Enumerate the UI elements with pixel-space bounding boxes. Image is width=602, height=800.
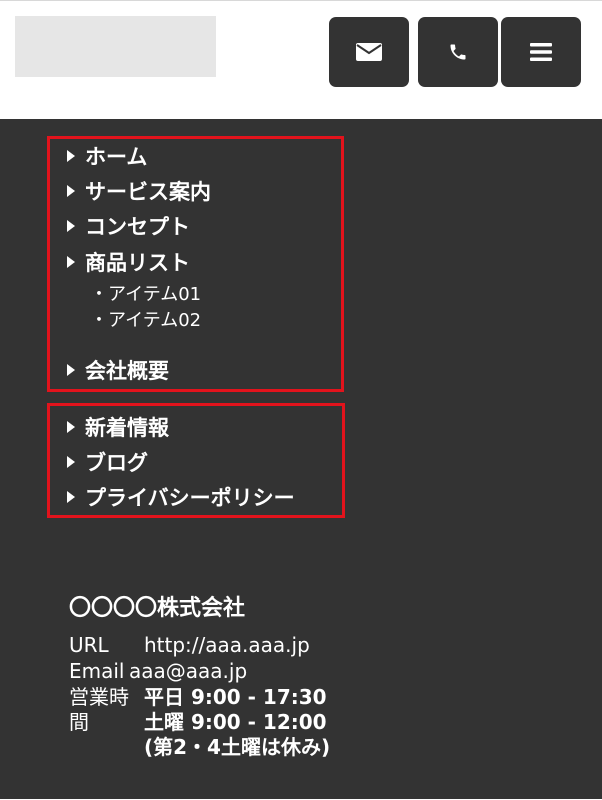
nav-item-label: 会社概要	[85, 359, 169, 383]
company-email[interactable]: aaa@aaa.jp	[129, 659, 247, 684]
company-name: 〇〇〇〇株式会社	[69, 596, 246, 621]
email-label: Email	[69, 659, 125, 683]
hours-saturday: 土曜 9:00 - 12:00	[144, 710, 327, 734]
nav-item-label: 商品リスト	[85, 251, 190, 275]
hours-label-line2: 間	[69, 710, 89, 734]
company-url[interactable]: http://aaa.aaa.jp	[144, 633, 310, 658]
nav-item-blog[interactable]: ブログ	[67, 450, 148, 476]
caret-right-icon	[67, 185, 75, 197]
nav-item-label: サービス案内	[85, 180, 211, 204]
nav-subitem-item01[interactable]: ・アイテム01	[90, 283, 201, 307]
envelope-icon	[356, 43, 382, 61]
logo-placeholder[interactable]	[15, 16, 216, 77]
menu-button[interactable]	[501, 17, 581, 87]
caret-right-icon	[67, 491, 75, 503]
caret-right-icon	[67, 150, 75, 162]
nav-item-label: コンセプト	[85, 215, 190, 239]
nav-item-products[interactable]: 商品リスト	[67, 250, 190, 276]
caret-right-icon	[67, 456, 75, 468]
nav-item-label: ブログ	[85, 451, 148, 475]
nav-item-concept[interactable]: コンセプト	[67, 214, 190, 240]
caret-right-icon	[67, 364, 75, 376]
site-header	[0, 1, 602, 119]
caret-right-icon	[67, 220, 75, 232]
hours-weekday: 平日 9:00 - 17:30	[144, 685, 327, 709]
nav-item-home[interactable]: ホーム	[67, 144, 147, 170]
nav-item-privacy[interactable]: プライバシーポリシー	[67, 485, 295, 511]
nav-item-company[interactable]: 会社概要	[67, 358, 169, 384]
nav-item-services[interactable]: サービス案内	[67, 179, 211, 205]
phone-icon	[450, 44, 466, 60]
hours-label-line1: 営業時	[69, 685, 129, 709]
caret-right-icon	[67, 256, 75, 268]
hours-note: (第2・4土曜は休み)	[144, 735, 331, 759]
nav-subitem-item02[interactable]: ・アイテム02	[90, 309, 201, 333]
hamburger-menu-icon	[530, 43, 552, 61]
nav-item-news[interactable]: 新着情報	[67, 415, 169, 441]
nav-item-label: 新着情報	[85, 416, 169, 440]
nav-item-label: ホーム	[85, 145, 148, 169]
caret-right-icon	[67, 421, 75, 433]
nav-item-label: プライバシーポリシー	[85, 486, 295, 510]
mail-button[interactable]	[329, 17, 409, 87]
url-label: URL	[69, 633, 109, 657]
phone-button[interactable]	[418, 17, 498, 87]
